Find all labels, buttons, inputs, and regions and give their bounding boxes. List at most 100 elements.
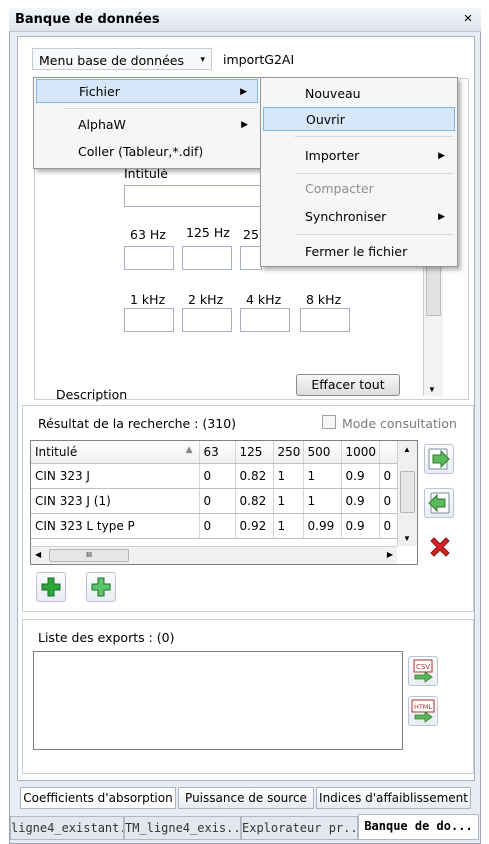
- delete-x-icon: [430, 537, 450, 557]
- menu-item-close-file[interactable]: Fermer le fichier: [263, 240, 455, 264]
- cell-250: 1: [273, 513, 304, 539]
- freq-125-label: 125 Hz: [186, 225, 230, 240]
- cell-extra: 0: [379, 513, 400, 539]
- export-csv-button[interactable]: CSV: [408, 656, 438, 686]
- scrollbar-thumb[interactable]: [426, 266, 441, 316]
- col-header-label: Intitulé: [35, 444, 78, 459]
- cell-63: 0: [199, 513, 236, 539]
- menu-item-label: Coller (Tableur,*.dif): [78, 144, 204, 159]
- menu-separator: [64, 108, 256, 109]
- col-header-125[interactable]: 125: [235, 441, 274, 464]
- menu-item-sync[interactable]: Synchroniser ▶: [263, 205, 455, 229]
- tab-source-power[interactable]: Puissance de source: [178, 787, 314, 809]
- freq-250-label: 25: [243, 227, 259, 242]
- menu-separator: [295, 173, 453, 174]
- cell-125: 0.82: [235, 463, 274, 489]
- transfer-left-button[interactable]: [424, 488, 454, 518]
- menu-item-new[interactable]: Nouveau: [263, 82, 455, 106]
- submenu-arrow-icon: ▶: [438, 212, 445, 222]
- scroll-left-icon[interactable]: ◀: [35, 550, 41, 559]
- table-horizontal-scrollbar[interactable]: ◀ III ▶: [31, 546, 397, 564]
- cell-1000: 0.9: [341, 488, 380, 514]
- cell-1000: 0.9: [341, 463, 380, 489]
- freq-2k-field[interactable]: [182, 308, 232, 332]
- transfer-right-button[interactable]: [424, 444, 454, 474]
- export-html-button[interactable]: HTML: [408, 696, 438, 726]
- menu-item-file[interactable]: Fichier ▶: [36, 79, 258, 103]
- doc-tab-database[interactable]: Banque de do...: [358, 814, 479, 840]
- scrollbar-thumb[interactable]: III: [49, 549, 129, 562]
- col-header-extra: [379, 441, 400, 464]
- tab-attenuation-indices[interactable]: Indices d'affaiblissement: [316, 787, 471, 809]
- freq-250-field[interactable]: [240, 246, 262, 270]
- menu-item-open[interactable]: Ouvrir: [263, 107, 455, 131]
- col-header-500[interactable]: 500: [303, 441, 342, 464]
- scroll-down-icon[interactable]: ▼: [428, 385, 436, 394]
- tab-absorption-coefficients[interactable]: Coefficients d'absorption: [20, 787, 176, 809]
- consult-mode-checkbox[interactable]: [322, 415, 336, 429]
- menu-item-import[interactable]: Importer ▶: [263, 144, 455, 168]
- cell-1000: 0.9: [341, 513, 380, 539]
- cell-250: 1: [273, 463, 304, 489]
- freq-8k-field[interactable]: [300, 308, 350, 332]
- freq-1k-label: 1 kHz: [130, 292, 166, 307]
- doc-tab-tm-ligne4[interactable]: TM_ligne4_exis...: [124, 816, 241, 840]
- table-row[interactable]: CIN 323 J 0 0.82 1 1 0.9 0: [31, 463, 400, 489]
- db-dropdown-menu: Fichier ▶ AlphaW ▶ Coller (Tableur,*.dif…: [33, 77, 261, 169]
- menu-separator: [295, 136, 453, 137]
- title-bar: Banque de données ×: [9, 8, 481, 32]
- doc-tab-ligne4[interactable]: ligne4_existant...: [10, 816, 124, 840]
- plus-icon: [91, 577, 111, 597]
- menu-item-alphaw[interactable]: AlphaW ▶: [36, 113, 258, 137]
- scrollbar-thumb[interactable]: [400, 471, 415, 513]
- html-export-icon: HTML: [411, 699, 435, 723]
- plus-icon: [41, 577, 61, 597]
- scroll-right-icon[interactable]: ▶: [387, 550, 393, 559]
- freq-4k-label: 4 kHz: [246, 292, 282, 307]
- cell-title: CIN 323 L type P: [31, 513, 200, 539]
- freq-63-label: 63 Hz: [130, 227, 166, 242]
- col-header-title[interactable]: Intitulé ▲: [31, 441, 200, 464]
- table-header-row: Intitulé ▲ 63 125 250 500 1000: [31, 441, 400, 464]
- doc-tab-explorer[interactable]: Explorateur pr...: [241, 816, 358, 840]
- consult-mode-label: Mode consultation: [342, 416, 457, 431]
- freq-4k-field[interactable]: [240, 308, 290, 332]
- exports-list[interactable]: [33, 651, 403, 750]
- submenu-arrow-icon: ▶: [240, 87, 247, 97]
- freq-125-field[interactable]: [182, 246, 232, 270]
- col-header-1000[interactable]: 1000: [341, 441, 380, 464]
- scroll-down-icon[interactable]: ▼: [403, 534, 411, 543]
- table-vertical-scrollbar[interactable]: ▲ ▼: [397, 441, 417, 546]
- cell-500: 0.99: [303, 513, 342, 539]
- scroll-up-icon[interactable]: ▲: [403, 445, 411, 454]
- menu-item-label: Nouveau: [305, 86, 361, 101]
- add-button[interactable]: [36, 572, 66, 602]
- clear-all-button[interactable]: Effacer tout: [296, 374, 400, 396]
- svg-text:CSV: CSV: [416, 663, 430, 671]
- delete-button[interactable]: [425, 532, 455, 562]
- cell-extra: 0: [379, 463, 400, 489]
- add-copy-button[interactable]: [86, 572, 116, 602]
- csv-export-icon: CSV: [413, 659, 433, 683]
- db-menu-button[interactable]: Menu base de données ▾: [32, 48, 212, 70]
- svg-text:HTML: HTML: [414, 703, 432, 711]
- freq-63-field[interactable]: [124, 246, 174, 270]
- col-header-250[interactable]: 250: [273, 441, 304, 464]
- menu-item-compact: Compacter: [263, 177, 455, 201]
- title-field[interactable]: [124, 185, 269, 207]
- menu-item-paste[interactable]: Coller (Tableur,*.dif): [36, 140, 258, 164]
- arrow-right-icon: [428, 448, 450, 470]
- close-icon[interactable]: ×: [459, 9, 477, 29]
- menu-item-label: Ouvrir: [306, 112, 345, 127]
- menu-item-label: Fermer le fichier: [305, 244, 408, 259]
- cell-extra: 0: [379, 488, 400, 514]
- db-menu-label: Menu base de données: [39, 53, 184, 68]
- cell-125: 0.82: [235, 488, 274, 514]
- col-header-63[interactable]: 63: [199, 441, 236, 464]
- file-submenu: Nouveau Ouvrir Importer ▶ Compacter Sync…: [260, 77, 458, 267]
- table-row[interactable]: CIN 323 J (1) 0 0.82 1 1 0.9 0: [31, 488, 400, 514]
- freq-1k-field[interactable]: [124, 308, 174, 332]
- window-title: Banque de données: [15, 12, 160, 27]
- cell-63: 0: [199, 488, 236, 514]
- table-row[interactable]: CIN 323 L type P 0 0.92 1 0.99 0.9 0: [31, 513, 400, 539]
